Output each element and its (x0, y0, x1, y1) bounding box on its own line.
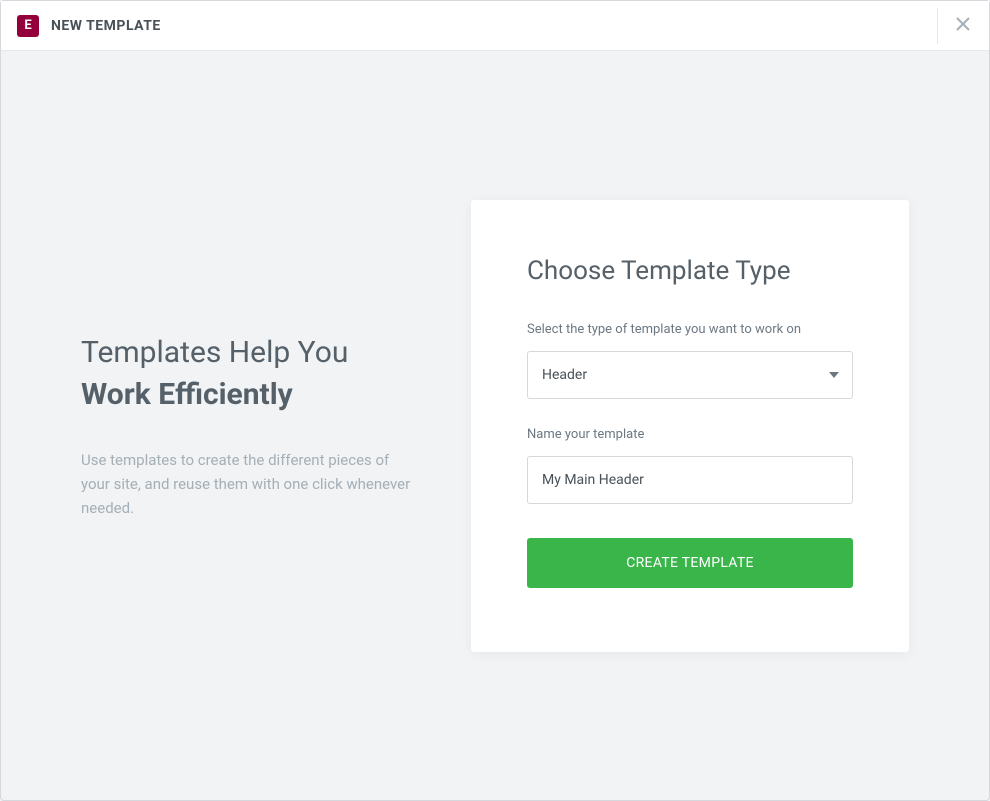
intro-column: Templates Help You Work Efficiently Use … (81, 332, 411, 520)
template-name-group: Name your template (527, 427, 853, 504)
intro-headline: Templates Help You Work Efficiently (81, 332, 411, 416)
headline-line2: Work Efficiently (81, 374, 411, 416)
intro-description: Use templates to create the different pi… (81, 448, 411, 520)
header-left: E NEW TEMPLATE (17, 15, 161, 37)
form-card: Choose Template Type Select the type of … (471, 200, 909, 652)
elementor-logo: E (17, 15, 39, 37)
modal-header: E NEW TEMPLATE (1, 1, 989, 51)
modal-content: Templates Help You Work Efficiently Use … (1, 51, 989, 800)
create-template-button[interactable]: CREATE TEMPLATE (527, 538, 853, 588)
template-type-label: Select the type of template you want to … (527, 322, 853, 337)
template-type-select[interactable] (527, 351, 853, 399)
form-column: Choose Template Type Select the type of … (471, 200, 909, 652)
headline-line1: Templates Help You (81, 335, 348, 370)
close-icon (956, 16, 970, 35)
form-card-title: Choose Template Type (527, 256, 853, 286)
logo-text: E (24, 18, 31, 33)
select-wrapper (527, 351, 853, 399)
template-name-input[interactable] (527, 456, 853, 504)
modal-title: NEW TEMPLATE (51, 18, 161, 34)
template-name-label: Name your template (527, 427, 853, 442)
close-button[interactable] (937, 8, 973, 44)
template-type-group: Select the type of template you want to … (527, 322, 853, 399)
